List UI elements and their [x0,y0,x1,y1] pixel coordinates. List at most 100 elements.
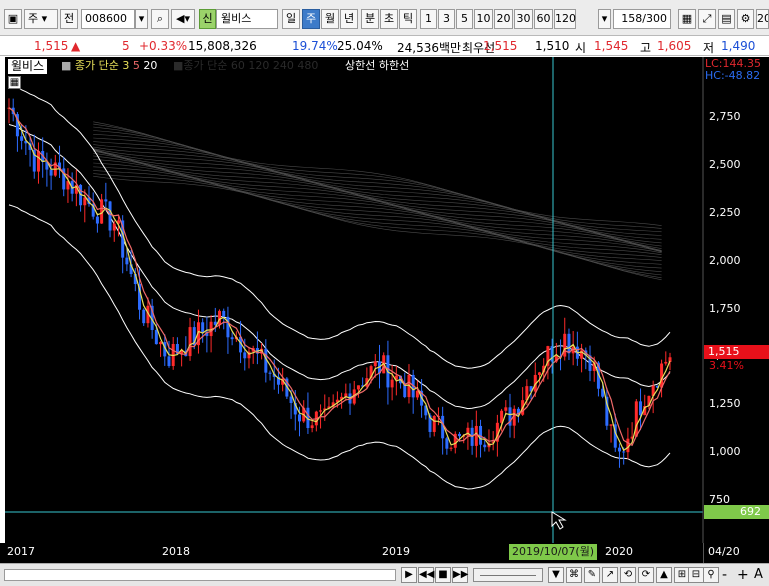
legend-ma: ■ 종가 단순 3 5 20 [61,58,157,73]
candle-body [537,372,541,375]
search-icon[interactable]: ⌕ [151,9,169,29]
candle-body [319,410,323,412]
mesh-line [93,146,662,251]
legend-dim: ■종가 단순 60 120 240 480 [173,59,319,72]
legend-grid-icon[interactable]: ▦ [8,76,21,89]
font-button[interactable]: A [754,566,763,584]
ma-lines [8,107,671,452]
count-field[interactable]: 158/300 [613,9,671,29]
ma-line [8,107,671,452]
num-60[interactable]: 60 [534,9,553,29]
interval-second[interactable]: 초 [380,9,398,29]
scroll-right-button[interactable]: ▶ [401,567,417,583]
mesh-line [93,162,662,269]
num-10[interactable]: 10 [474,9,493,29]
tool-1-icon[interactable]: ⌘ [566,567,582,583]
low-label: 저 [703,41,715,55]
tool-2-icon[interactable]: ✎ [584,567,600,583]
envelope-line [8,124,671,410]
crosshair-value-tag: 692 [704,505,769,519]
dropdown-button[interactable]: ▼ [548,567,564,583]
stock-name-field[interactable]: 윌비스 [216,9,278,29]
mesh-line [93,173,662,279]
tool-4-icon[interactable]: ⟲ [620,567,636,583]
num-120[interactable]: 120 [554,9,576,29]
candle-body [125,257,129,265]
period-month[interactable]: 월 [321,9,339,29]
candle-body [622,451,626,453]
clipped-button[interactable]: 20 [756,9,769,29]
crosshair-icon[interactable]: ⤢ [698,9,716,29]
candle-body [445,438,449,449]
horizontal-scrollbar[interactable] [4,569,396,581]
y-tick: 1,750 [709,301,741,315]
mesh-line [93,149,662,254]
count-dropdown-icon[interactable]: ▾ [598,9,611,29]
axis-divider [703,543,704,563]
period-button[interactable]: 전 [60,9,78,29]
price-change: 5 [122,39,130,53]
candle-body [159,342,163,345]
legend-square-icon: ■ [61,59,72,72]
candle-body [49,169,53,176]
layout-icon[interactable]: ▣ [4,9,22,29]
legend-stock-name[interactable]: 윌비스 [8,59,48,74]
speaker-icon[interactable]: ◀▾ [171,9,195,29]
period-year[interactable]: 년 [340,9,358,29]
grid-icon[interactable]: ▦ [678,9,696,29]
candle-body [188,327,192,357]
gear-icon[interactable]: ⚙ [737,9,754,29]
candle-body [474,425,478,446]
trade-amount: 24,536백만 [397,41,462,55]
tool-8-icon[interactable]: ⊟ [688,567,704,583]
num-5[interactable]: 5 [456,9,473,29]
candle-body [660,363,664,388]
x-tick-2017: 2017 [7,545,35,558]
period-week[interactable]: 주 [302,9,320,29]
up-arrow-icon: ▲ [71,39,81,53]
tool-5-icon[interactable]: ⟳ [638,567,654,583]
chart-area[interactable]: 윌비스 ▦ ■ 종가 단순 3 5 20 ■종가 단순 60 120 240 4… [5,57,769,563]
interval-minute[interactable]: 분 [361,9,379,29]
num-3[interactable]: 3 [438,9,455,29]
date-axis: 2017 2018 2019 2019/10/07(월) 2020 04/20 [0,543,769,563]
tool-6-icon[interactable]: ▲ [656,567,672,583]
volume: 15,808,326 [188,39,257,53]
candle-body [268,372,272,374]
open-label: 시 [575,41,587,55]
stock-code-input[interactable]: 008600 [81,9,135,29]
candle-body [243,352,247,359]
candle-body [373,361,377,367]
candle-body [36,150,40,172]
num-30[interactable]: 30 [514,9,533,29]
zoom-slider[interactable] [473,568,543,582]
y-tick: 2,250 [709,205,741,219]
period-day[interactable]: 일 [282,9,300,29]
open-price: 1,545 [594,39,629,53]
code-dropdown-icon[interactable]: ▾ [135,9,148,29]
stop-button[interactable]: ■ [435,567,451,583]
candlestick-chart[interactable] [5,57,769,563]
bottom-toolbar: ▶ ◀◀ ■ ▶▶ ▼ ⌘ ✎ ↗ ⟲ ⟳ ▲ ⊞ ⊟ ⚲ - + A [0,563,769,586]
zoom-icon[interactable]: ⚲ [703,567,719,583]
rewind-button[interactable]: ◀◀ [418,567,434,583]
zoom-in-button[interactable]: + [737,566,749,584]
candle-body [609,424,613,426]
num-20[interactable]: 20 [494,9,513,29]
interval-tick[interactable]: 틱 [399,9,417,29]
candle-body [567,333,571,354]
zoom-out-button[interactable]: - [722,566,727,584]
market-select[interactable]: 주 ▾ [24,9,58,29]
num-1[interactable]: 1 [420,9,437,29]
high-label: 고 [640,41,652,55]
save-icon[interactable]: ▤ [718,9,735,29]
tool-3-icon[interactable]: ↗ [602,567,618,583]
legend-ma-label: 종가 단순 [74,59,119,72]
y-tick: 1,000 [709,445,741,459]
rate-1: 19.74% [292,39,338,53]
current-price-tag: 1,515 [704,345,769,359]
fast-forward-button[interactable]: ▶▶ [452,567,468,583]
high-price: 1,605 [657,39,692,53]
mesh-line [93,175,662,281]
candle-body [112,223,116,231]
